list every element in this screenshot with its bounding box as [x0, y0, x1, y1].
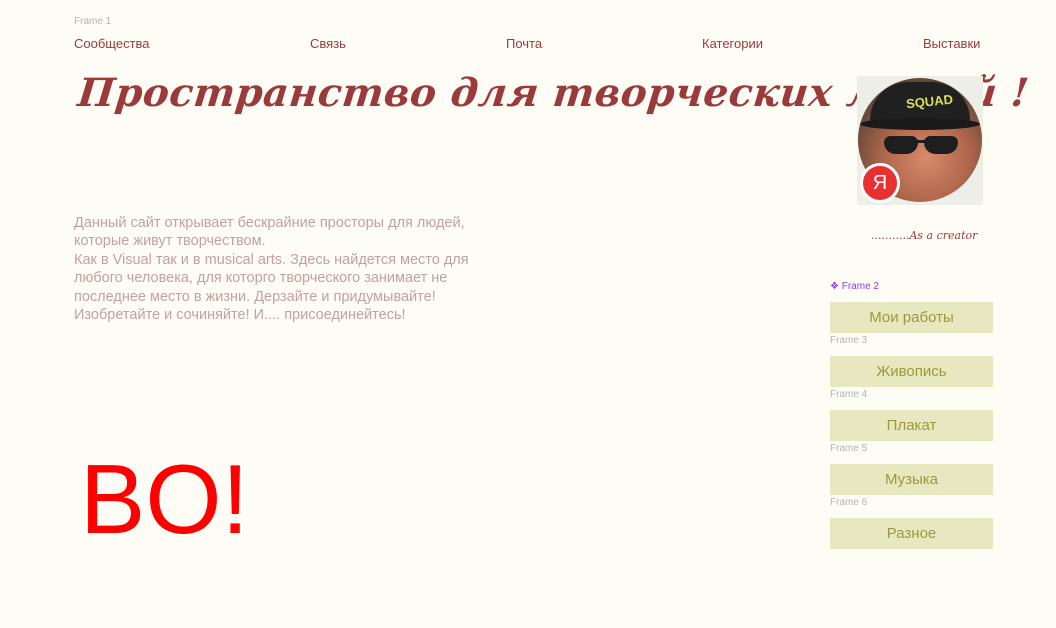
frame-2-label: ❖ Frame 2 — [830, 281, 879, 292]
page-title: Пространство для творческих людей ! — [75, 70, 1032, 116]
frame-3-label: Frame 3 — [830, 335, 868, 346]
nav-link-communities[interactable]: Сообщества — [74, 36, 150, 51]
nav-link-mail[interactable]: Почта — [506, 36, 542, 51]
avatar-badge: Я — [860, 163, 900, 203]
frame-6-label: Frame 6 — [830, 497, 868, 508]
my-works-button[interactable]: Мои работы — [830, 302, 993, 333]
poster-button[interactable]: Плакат — [830, 410, 993, 441]
glasses-shape — [884, 136, 958, 156]
frame-5-label: Frame 5 — [830, 443, 868, 454]
nav-link-contact[interactable]: Связь — [310, 36, 346, 51]
painting-button[interactable]: Живопись — [830, 356, 993, 387]
nav-link-categories[interactable]: Категории — [702, 36, 763, 51]
nav-link-exhibitions[interactable]: Выставки — [923, 36, 980, 51]
music-button[interactable]: Музыка — [830, 464, 993, 495]
frame-4-label: Frame 4 — [830, 389, 868, 400]
avatar[interactable]: SQUAD Я — [857, 76, 983, 205]
cap-text: SQUAD — [905, 91, 954, 112]
big-headline: BO! — [80, 444, 249, 554]
misc-button[interactable]: Разное — [830, 518, 993, 549]
frame-1-label: Frame 1 — [74, 16, 112, 27]
creator-tagline: ...........As a creator — [871, 229, 978, 242]
site-description: Данный сайт открывает бескрайние простор… — [74, 215, 469, 324]
cap-brim-shape — [860, 118, 980, 130]
